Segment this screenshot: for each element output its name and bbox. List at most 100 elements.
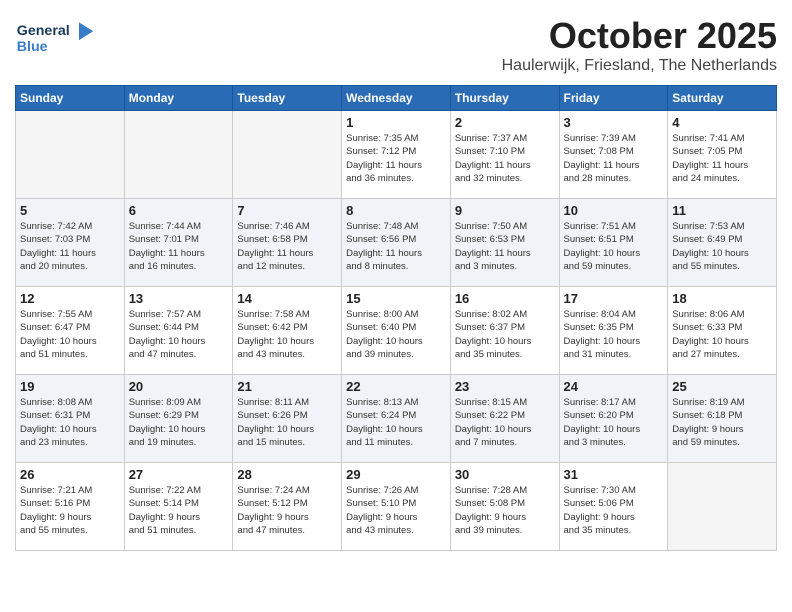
day-info: Sunrise: 8:02 AM Sunset: 6:37 PM Dayligh… (455, 308, 555, 361)
table-row: 13 Sunrise: 7:57 AM Sunset: 6:44 PM Dayli… (124, 287, 233, 375)
table-row: 12 Sunrise: 7:55 AM Sunset: 6:47 PM Dayli… (16, 287, 125, 375)
header-friday: Friday (559, 86, 668, 111)
day-info: Sunrise: 7:58 AM Sunset: 6:42 PM Dayligh… (237, 308, 337, 361)
day-info: Sunrise: 7:46 AM Sunset: 6:58 PM Dayligh… (237, 220, 337, 273)
table-row: 4 Sunrise: 7:41 AM Sunset: 7:05 PM Daylig… (668, 111, 777, 199)
day-number: 13 (129, 291, 229, 306)
day-number: 9 (455, 203, 555, 218)
table-row: 24 Sunrise: 8:17 AM Sunset: 6:20 PM Dayli… (559, 375, 668, 463)
day-number: 29 (346, 467, 446, 482)
svg-text:General: General (17, 23, 70, 39)
table-row: 30 Sunrise: 7:28 AM Sunset: 5:08 PM Dayli… (450, 463, 559, 551)
day-number: 17 (564, 291, 664, 306)
day-info: Sunrise: 7:57 AM Sunset: 6:44 PM Dayligh… (129, 308, 229, 361)
day-info: Sunrise: 8:04 AM Sunset: 6:35 PM Dayligh… (564, 308, 664, 361)
day-info: Sunrise: 8:08 AM Sunset: 6:31 PM Dayligh… (20, 396, 120, 449)
day-info: Sunrise: 7:53 AM Sunset: 6:49 PM Dayligh… (672, 220, 772, 273)
day-info: Sunrise: 7:51 AM Sunset: 6:51 PM Dayligh… (564, 220, 664, 273)
day-info: Sunrise: 7:41 AM Sunset: 7:05 PM Dayligh… (672, 132, 772, 185)
day-info: Sunrise: 7:37 AM Sunset: 7:10 PM Dayligh… (455, 132, 555, 185)
day-number: 5 (20, 203, 120, 218)
table-row (124, 111, 233, 199)
svg-text:Blue: Blue (17, 39, 48, 55)
calendar-header-row: Sunday Monday Tuesday Wednesday Thursday… (16, 86, 777, 111)
day-info: Sunrise: 7:42 AM Sunset: 7:03 PM Dayligh… (20, 220, 120, 273)
header-sunday: Sunday (16, 86, 125, 111)
day-number: 4 (672, 115, 772, 130)
day-number: 7 (237, 203, 337, 218)
table-row: 3Sunrise: 7:39 AM Sunset: 7:08 PM Daylig… (559, 111, 668, 199)
table-row: 1Sunrise: 7:35 AM Sunset: 7:12 PM Daylig… (342, 111, 451, 199)
day-info: Sunrise: 7:48 AM Sunset: 6:56 PM Dayligh… (346, 220, 446, 273)
table-row: 16 Sunrise: 8:02 AM Sunset: 6:37 PM Dayli… (450, 287, 559, 375)
day-number: 14 (237, 291, 337, 306)
table-row: 19 Sunrise: 8:08 AM Sunset: 6:31 PM Dayli… (16, 375, 125, 463)
table-row: 21 Sunrise: 8:11 AM Sunset: 6:26 PM Dayli… (233, 375, 342, 463)
day-info: Sunrise: 8:15 AM Sunset: 6:22 PM Dayligh… (455, 396, 555, 449)
day-info: Sunrise: 8:19 AM Sunset: 6:18 PM Dayligh… (672, 396, 772, 449)
day-number: 28 (237, 467, 337, 482)
day-info: Sunrise: 8:11 AM Sunset: 6:26 PM Dayligh… (237, 396, 337, 449)
title-block: October 2025 Haulerwijk, Friesland, The … (502, 15, 777, 75)
day-number: 27 (129, 467, 229, 482)
day-info: Sunrise: 7:39 AM Sunset: 7:08 PM Dayligh… (564, 132, 664, 185)
table-row: 31 Sunrise: 7:30 AM Sunset: 5:06 PM Dayli… (559, 463, 668, 551)
table-row: 29 Sunrise: 7:26 AM Sunset: 5:10 PM Dayli… (342, 463, 451, 551)
day-number: 12 (20, 291, 120, 306)
table-row (233, 111, 342, 199)
table-row: 6Sunrise: 7:44 AM Sunset: 7:01 PM Daylig… (124, 199, 233, 287)
table-row (668, 463, 777, 551)
day-info: Sunrise: 7:24 AM Sunset: 5:12 PM Dayligh… (237, 484, 337, 537)
table-row: 25Sunrise: 8:19 AM Sunset: 6:18 PM Dayli… (668, 375, 777, 463)
day-info: Sunrise: 7:26 AM Sunset: 5:10 PM Dayligh… (346, 484, 446, 537)
day-info: Sunrise: 7:22 AM Sunset: 5:14 PM Dayligh… (129, 484, 229, 537)
table-row: 18 Sunrise: 8:06 AM Sunset: 6:33 PM Dayli… (668, 287, 777, 375)
calendar-week-row: 26Sunrise: 7:21 AM Sunset: 5:16 PM Dayli… (16, 463, 777, 551)
day-number: 21 (237, 379, 337, 394)
table-row: 7 Sunrise: 7:46 AM Sunset: 6:58 PM Daylig… (233, 199, 342, 287)
logo-svg: General Blue (15, 15, 95, 60)
table-row: 14 Sunrise: 7:58 AM Sunset: 6:42 PM Dayli… (233, 287, 342, 375)
day-number: 26 (20, 467, 120, 482)
day-number: 19 (20, 379, 120, 394)
day-number: 30 (455, 467, 555, 482)
table-row: 15Sunrise: 8:00 AM Sunset: 6:40 PM Dayli… (342, 287, 451, 375)
header-wednesday: Wednesday (342, 86, 451, 111)
day-number: 16 (455, 291, 555, 306)
month-title: October 2025 (502, 15, 777, 57)
day-info: Sunrise: 7:28 AM Sunset: 5:08 PM Dayligh… (455, 484, 555, 537)
day-info: Sunrise: 8:17 AM Sunset: 6:20 PM Dayligh… (564, 396, 664, 449)
table-row: 17 Sunrise: 8:04 AM Sunset: 6:35 PM Dayli… (559, 287, 668, 375)
table-row: 23 Sunrise: 8:15 AM Sunset: 6:22 PM Dayli… (450, 375, 559, 463)
day-info: Sunrise: 8:06 AM Sunset: 6:33 PM Dayligh… (672, 308, 772, 361)
calendar-week-row: 12 Sunrise: 7:55 AM Sunset: 6:47 PM Dayli… (16, 287, 777, 375)
table-row: 22 Sunrise: 8:13 AM Sunset: 6:24 PM Dayli… (342, 375, 451, 463)
day-info: Sunrise: 7:30 AM Sunset: 5:06 PM Dayligh… (564, 484, 664, 537)
table-row: 20Sunrise: 8:09 AM Sunset: 6:29 PM Dayli… (124, 375, 233, 463)
day-number: 11 (672, 203, 772, 218)
day-number: 10 (564, 203, 664, 218)
table-row: 9 Sunrise: 7:50 AM Sunset: 6:53 PM Daylig… (450, 199, 559, 287)
table-row: 2Sunrise: 7:37 AM Sunset: 7:10 PM Daylig… (450, 111, 559, 199)
location-subtitle: Haulerwijk, Friesland, The Netherlands (502, 57, 777, 75)
page-header: General Blue October 2025 Haulerwijk, Fr… (15, 15, 777, 75)
day-info: Sunrise: 7:44 AM Sunset: 7:01 PM Dayligh… (129, 220, 229, 273)
day-number: 23 (455, 379, 555, 394)
table-row: 11 Sunrise: 7:53 AM Sunset: 6:49 PM Dayli… (668, 199, 777, 287)
table-row: 28 Sunrise: 7:24 AM Sunset: 5:12 PM Dayli… (233, 463, 342, 551)
table-row: 10 Sunrise: 7:51 AM Sunset: 6:51 PM Dayli… (559, 199, 668, 287)
day-info: Sunrise: 8:13 AM Sunset: 6:24 PM Dayligh… (346, 396, 446, 449)
day-number: 22 (346, 379, 446, 394)
day-info: Sunrise: 8:09 AM Sunset: 6:29 PM Dayligh… (129, 396, 229, 449)
day-number: 31 (564, 467, 664, 482)
day-number: 24 (564, 379, 664, 394)
calendar-table: Sunday Monday Tuesday Wednesday Thursday… (15, 85, 777, 551)
day-info: Sunrise: 7:50 AM Sunset: 6:53 PM Dayligh… (455, 220, 555, 273)
header-saturday: Saturday (668, 86, 777, 111)
header-monday: Monday (124, 86, 233, 111)
day-number: 8 (346, 203, 446, 218)
day-info: Sunrise: 7:35 AM Sunset: 7:12 PM Dayligh… (346, 132, 446, 185)
day-info: Sunrise: 7:55 AM Sunset: 6:47 PM Dayligh… (20, 308, 120, 361)
day-number: 18 (672, 291, 772, 306)
day-number: 15 (346, 291, 446, 306)
